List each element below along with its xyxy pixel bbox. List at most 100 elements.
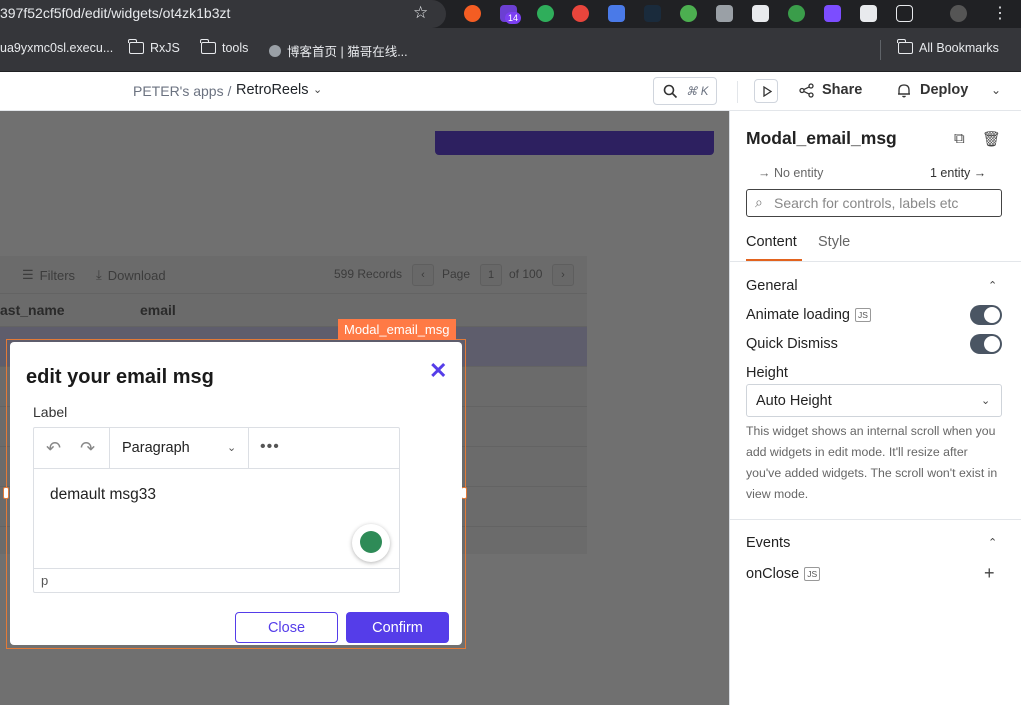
- bookmark-item-blog[interactable]: 博客首页 | 猫哥在线...: [269, 41, 408, 60]
- omnibar-button[interactable]: ⌘ K: [653, 77, 717, 105]
- folder-icon: [897, 39, 913, 54]
- entity-link[interactable]: 1 entity →: [930, 166, 986, 180]
- section-title-events[interactable]: Events: [746, 535, 790, 551]
- page-number-input[interactable]: 1: [480, 264, 502, 286]
- chevron-down-icon[interactable]: ⌄: [313, 83, 322, 96]
- quick-dismiss-toggle[interactable]: [970, 334, 1002, 354]
- extension-icon[interactable]: [788, 5, 805, 22]
- bookmark-folder-rxjs[interactable]: RxJS: [128, 39, 180, 55]
- records-count: 599 Records: [334, 267, 403, 281]
- bell-icon: [898, 83, 910, 97]
- height-help-text: This widget shows an internal scroll whe…: [746, 424, 998, 501]
- bookmark-label: tools: [222, 41, 249, 55]
- js-toggle-badge[interactable]: JS: [855, 308, 871, 322]
- extension-icon[interactable]: [644, 5, 661, 22]
- element-path: p: [41, 573, 49, 588]
- bookmark-label: RxJS: [150, 41, 180, 55]
- height-select[interactable]: Auto Height ⌄: [746, 384, 1002, 417]
- bookmark-star-icon[interactable]: ☆: [413, 3, 428, 23]
- property-label: onClose: [746, 566, 800, 582]
- page-label: Page: [442, 267, 471, 281]
- bookmark-folder-tools[interactable]: tools: [200, 39, 249, 55]
- share-button[interactable]: Share: [799, 82, 862, 98]
- more-horizontal-icon[interactable]: •••: [260, 438, 280, 456]
- column-header[interactable]: ast_name: [0, 302, 65, 318]
- breadcrumb-workspace[interactable]: PETER's apps /: [133, 83, 231, 99]
- translate-icon[interactable]: [608, 5, 625, 22]
- play-icon: [763, 86, 772, 97]
- prev-page-icon[interactable]: ‹: [412, 264, 434, 286]
- tab-style[interactable]: Style: [818, 234, 850, 250]
- browser-toolbar: 397f52cf5f0d/edit/widgets/ot4zk1b3zt ☆ 1…: [0, 0, 1021, 28]
- js-toggle-badge[interactable]: JS: [804, 567, 821, 581]
- close-button[interactable]: Close: [235, 612, 338, 643]
- folder-icon: [200, 39, 216, 54]
- download-button[interactable]: ⤓ Download: [96, 267, 166, 283]
- no-entity-label: No entity: [773, 166, 824, 180]
- delete-icon[interactable]: 🗑: [982, 130, 1001, 148]
- deploy-button[interactable]: Deploy: [897, 82, 968, 98]
- paragraph-format-select[interactable]: Paragraph ⌄: [109, 428, 249, 469]
- animate-loading-toggle[interactable]: [970, 305, 1002, 325]
- add-icon[interactable]: +: [984, 563, 995, 584]
- more-vert-icon[interactable]: ⋮: [992, 3, 1008, 23]
- filters-button[interactable]: ☰ Filters: [22, 267, 75, 283]
- arrow-right-icon: →: [970, 166, 987, 180]
- filter-icon: ☰: [22, 267, 34, 282]
- breadcrumb-app-name[interactable]: RetroReels: [236, 82, 309, 98]
- chevron-down-icon: ⌄: [227, 442, 237, 454]
- close-icon[interactable]: ✕: [429, 358, 447, 384]
- background-button: [435, 131, 714, 155]
- editor-toolbar: ↶ ↷ Paragraph ⌄ •••: [34, 428, 399, 469]
- bookmark-item[interactable]: ua9yxmc0sl.execu...: [0, 41, 113, 55]
- chevron-down-icon[interactable]: ⌄: [991, 83, 1001, 97]
- property-pane: Modal_email_msg ⧉ 🗑 → No entity 1 entity…: [729, 111, 1021, 705]
- editor-content[interactable]: demault msg33: [50, 486, 156, 504]
- section-title-general[interactable]: General: [746, 278, 798, 294]
- divider: [880, 40, 881, 60]
- extension-icon[interactable]: [537, 5, 554, 22]
- widget-name-tag[interactable]: Modal_email_msg: [338, 319, 456, 340]
- extension-icon[interactable]: [824, 5, 841, 22]
- assistant-bot-icon[interactable]: [352, 524, 390, 562]
- search-icon: ⌕: [755, 194, 763, 210]
- preview-button[interactable]: [754, 79, 778, 103]
- undo-icon[interactable]: ↶: [46, 438, 61, 459]
- property-onclose: onClose JS: [746, 566, 821, 582]
- copy-icon[interactable]: ⧉: [954, 130, 965, 147]
- extension-icon[interactable]: [860, 5, 877, 22]
- app-header: PETER's apps / RetroReels ⌄ ⌘ K Share De…: [0, 72, 1021, 111]
- divider: [737, 81, 738, 103]
- resize-handle-left[interactable]: [3, 487, 9, 499]
- widget-name[interactable]: Modal_email_msg: [746, 128, 897, 149]
- profile-avatar[interactable]: [950, 5, 967, 22]
- page-total: of 100: [509, 267, 543, 281]
- extension-icon[interactable]: [464, 5, 481, 22]
- bot-face-icon: [360, 531, 382, 553]
- extension-icon[interactable]: [716, 5, 733, 22]
- column-header[interactable]: email: [140, 302, 176, 318]
- extension-icon[interactable]: [680, 5, 697, 22]
- arrow-right-icon: →: [758, 166, 774, 180]
- share-label: Share: [822, 82, 863, 98]
- next-page-icon[interactable]: ›: [552, 264, 574, 286]
- qr-code-icon[interactable]: [752, 5, 769, 22]
- confirm-button[interactable]: Confirm: [346, 612, 449, 643]
- tab-content[interactable]: Content: [746, 234, 797, 250]
- search-icon: [663, 84, 678, 99]
- puzzle-icon[interactable]: [896, 5, 913, 22]
- extension-icon[interactable]: [572, 5, 589, 22]
- bookmarks-bar: ua9yxmc0sl.execu... RxJS tools 博客首页 | 猫哥…: [0, 28, 1021, 72]
- address-bar[interactable]: 397f52cf5f0d/edit/widgets/ot4zk1b3zt ☆: [0, 0, 446, 28]
- chevron-up-icon[interactable]: ⌃: [988, 279, 997, 292]
- redo-icon[interactable]: ↷: [80, 438, 95, 459]
- no-entity-link[interactable]: → No entity: [758, 166, 823, 180]
- url-text[interactable]: 397f52cf5f0d/edit/widgets/ot4zk1b3zt: [0, 5, 230, 21]
- all-bookmarks[interactable]: All Bookmarks: [897, 39, 999, 55]
- modal-title: edit your email msg: [26, 366, 214, 388]
- rich-text-editor[interactable]: ↶ ↷ Paragraph ⌄ ••• demault msg33 p: [33, 427, 400, 593]
- extension-badge: 14: [505, 12, 522, 24]
- property-animate-loading: Animate loading JS: [746, 307, 871, 323]
- chevron-up-icon[interactable]: ⌃: [988, 536, 997, 549]
- property-search-input[interactable]: [774, 195, 994, 211]
